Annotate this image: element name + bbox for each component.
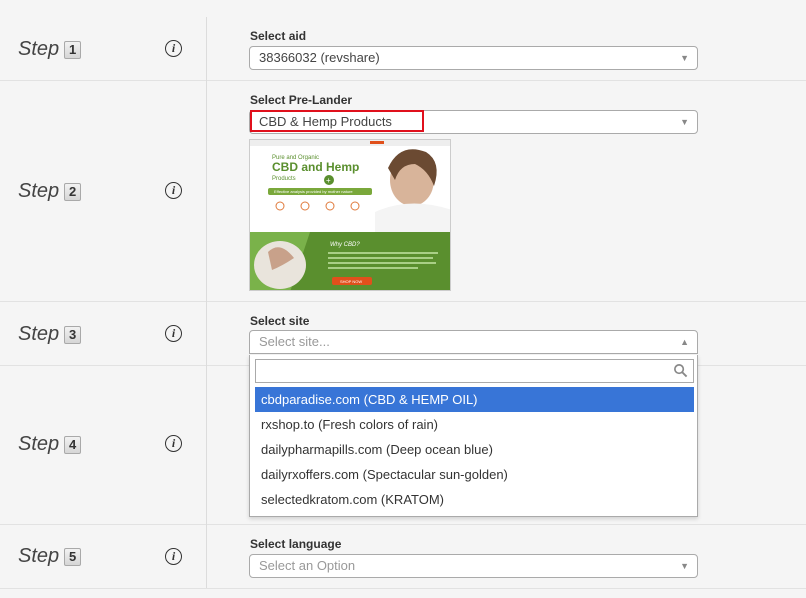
site-options-list: cbdparadise.com (CBD & HEMP OIL) rxshop.… [255,387,694,512]
aid-select[interactable]: 38366032 (revshare) ▼ [249,46,698,70]
info-icon[interactable]: i [165,325,182,342]
step-word: Step [18,180,60,202]
search-icon [674,364,688,378]
site-label: Select site [250,314,310,328]
step-1-label: Step 1 [18,38,82,61]
step-5-row: Step 5 i Select language Select an Optio… [0,524,806,589]
chevron-down-icon: ▼ [680,117,689,127]
annotation-highlight [250,110,424,132]
info-glyph: i [171,41,176,55]
step-number: 2 [64,182,82,201]
info-glyph: i [171,436,176,450]
info-glyph: i [171,183,176,197]
language-select-placeholder: Select an Option [259,558,356,573]
preview-line2: CBD and Hemp [272,160,359,174]
chevron-down-icon: ▼ [680,53,689,63]
preview-why: Why CBD? [330,242,360,248]
step-4-label: Step 4 [18,433,82,456]
aid-select-value: 38366032 (revshare) [259,50,380,65]
info-glyph: i [171,326,176,340]
prelander-preview-image[interactable]: Pure and Organic CBD and Hemp Products +… [249,139,451,291]
step-number: 3 [64,325,82,344]
info-icon[interactable]: i [165,435,182,452]
site-option[interactable]: cbdparadise.com (CBD & HEMP OIL) [255,387,694,412]
step-word: Step [18,433,60,455]
step-number: 1 [64,40,82,59]
preview-banner: Effective analysis provided by mother na… [274,189,353,194]
step-5-label: Step 5 [18,545,82,568]
divider [206,301,207,365]
info-icon[interactable]: i [165,40,182,57]
step-2-label: Step 2 [18,180,82,203]
step-1-row: Step 1 i Select aid 38366032 (revshare) … [0,0,806,81]
site-option[interactable]: rxshop.to (Fresh colors of rain) [255,412,694,437]
preview-cta: SHOP NOW [340,279,362,284]
divider [206,17,207,80]
step-word: Step [18,545,60,567]
svg-text:+: + [326,176,331,185]
step-word: Step [18,38,60,60]
site-select-placeholder: Select site... [259,334,330,349]
step-3-label: Step 3 [18,323,82,346]
preview-line3: Products [272,176,296,182]
site-option[interactable]: selectedkratom.com (KRATOM) [255,487,694,512]
divider [206,365,207,524]
step-word: Step [18,323,60,345]
chevron-down-icon: ▼ [680,561,689,571]
language-label: Select language [250,537,342,551]
step-number: 4 [64,435,82,454]
language-select[interactable]: Select an Option ▼ [249,554,698,578]
aid-label: Select aid [250,29,307,43]
info-icon[interactable]: i [165,548,182,565]
site-search-input[interactable] [255,359,694,383]
site-dropdown: cbdparadise.com (CBD & HEMP OIL) rxshop.… [249,355,698,517]
chevron-up-icon: ▲ [680,337,689,347]
site-select[interactable]: Select site... ▲ [249,330,698,354]
prelander-label: Select Pre-Lander [250,93,353,107]
preview-art: Pure and Organic CBD and Hemp Products +… [250,140,450,290]
divider [206,524,207,588]
info-glyph: i [171,549,176,563]
step-number: 5 [64,547,82,566]
site-option[interactable]: dailyrxoffers.com (Spectacular sun-golde… [255,462,694,487]
site-option[interactable]: dailypharmapills.com (Deep ocean blue) [255,437,694,462]
divider [206,80,207,301]
info-icon[interactable]: i [165,182,182,199]
